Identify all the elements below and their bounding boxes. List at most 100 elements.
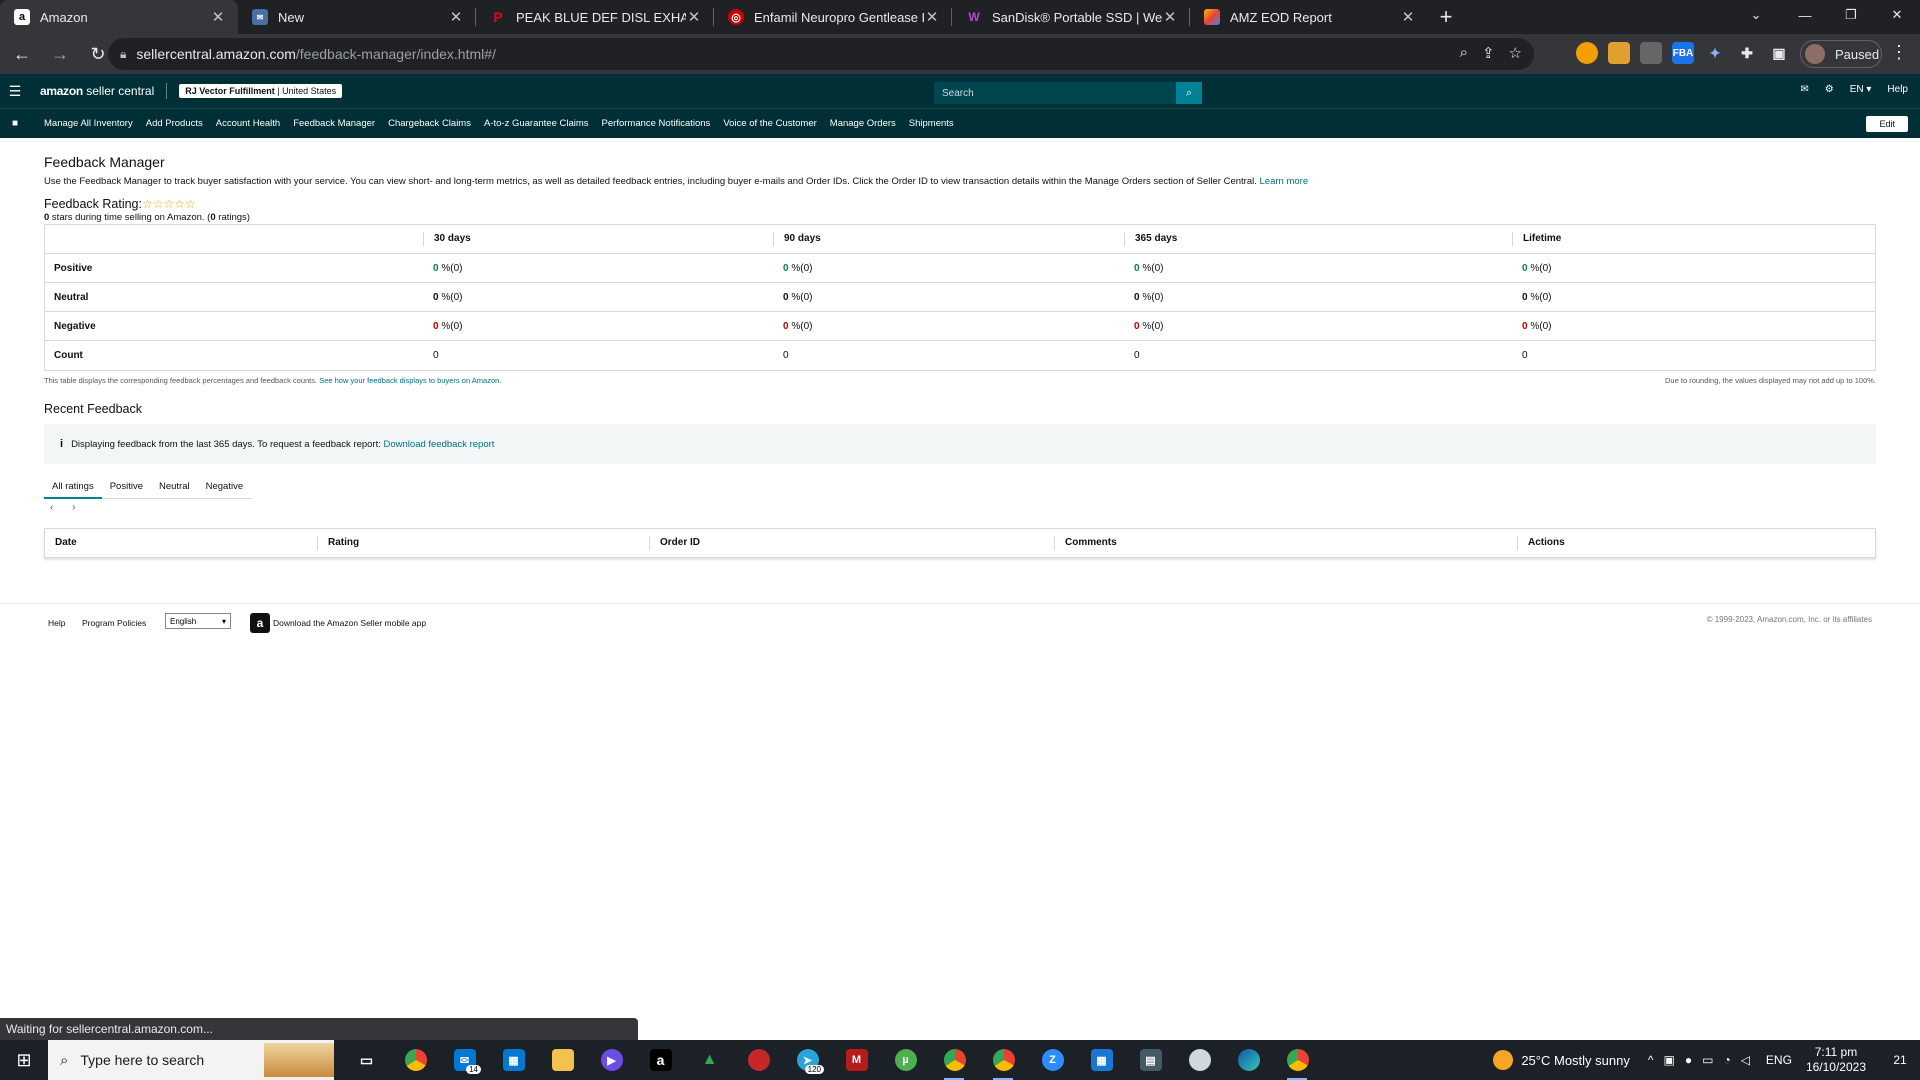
browser-menu-icon[interactable]: ⋮ — [1890, 42, 1908, 63]
wifi-icon[interactable]: ◔ — [1723, 1053, 1730, 1067]
browser-tab[interactable]: ✉ New ✕ — [238, 0, 476, 34]
learn-more-link[interactable]: Learn more — [1260, 176, 1309, 187]
zoom-app-icon[interactable]: Z — [1028, 1040, 1077, 1080]
app-icon[interactable] — [1175, 1040, 1224, 1080]
edge-icon[interactable] — [1224, 1040, 1273, 1080]
edit-nav-button[interactable]: Edit — [1866, 116, 1908, 132]
meet-icon[interactable]: ▣ — [1664, 1053, 1675, 1067]
minimize-button[interactable]: — — [1782, 0, 1828, 30]
google-drive-icon[interactable]: ▲ — [685, 1040, 734, 1080]
forward-button[interactable]: → — [44, 38, 76, 70]
pagination[interactable]: ‹ › — [50, 502, 83, 513]
weather-widget[interactable]: 25°C Mostly sunny — [1493, 1050, 1630, 1070]
task-view-icon[interactable]: ▭ — [342, 1040, 391, 1080]
tab-search-button[interactable]: ⌄ — [1736, 0, 1776, 30]
profile-button[interactable]: Paused — [1800, 40, 1882, 68]
extension-icon[interactable] — [1608, 42, 1630, 64]
gear-icon[interactable]: ⚙ — [1825, 84, 1834, 95]
close-icon[interactable]: ✕ — [210, 8, 226, 26]
search-icon[interactable]: ⌕ — [1176, 82, 1202, 104]
chevron-up-icon[interactable]: ^ — [1648, 1053, 1654, 1067]
microphone-icon[interactable]: ● — [1685, 1053, 1692, 1067]
column-header-comments[interactable]: Comments — [1054, 536, 1517, 550]
clock[interactable]: 7:11 pm 16/10/2023 — [1806, 1045, 1866, 1075]
search-input[interactable] — [934, 82, 1176, 104]
bookmark-star-icon[interactable]: ☆ — [1509, 44, 1522, 62]
close-icon[interactable]: ✕ — [1400, 8, 1416, 26]
amazon-app-icon[interactable]: a — [250, 613, 270, 633]
close-icon[interactable]: ✕ — [448, 8, 464, 26]
nav-voice-of-customer[interactable]: Voice of the Customer — [723, 118, 816, 129]
nav-account-health[interactable]: Account Health — [216, 118, 280, 129]
nav-manage-orders[interactable]: Manage Orders — [830, 118, 896, 129]
program-policies-link[interactable]: Program Policies — [82, 618, 146, 628]
media-app-icon[interactable]: ▶ — [587, 1040, 636, 1080]
extension-icon[interactable] — [1640, 42, 1662, 64]
close-icon[interactable]: ✕ — [686, 8, 702, 26]
nav-a-to-z-claims[interactable]: A-to-z Guarantee Claims — [484, 118, 589, 129]
column-header-order-id[interactable]: Order ID — [649, 536, 1054, 550]
volume-icon[interactable]: ◁ — [1741, 1053, 1750, 1067]
windows-start-icon[interactable]: ⊞ — [0, 1040, 48, 1080]
seller-central-logo[interactable]: amazon seller central — [40, 84, 154, 98]
taskbar-search[interactable]: ⌕ Type here to search — [48, 1040, 334, 1080]
nav-manage-all-inventory[interactable]: Manage All Inventory — [44, 118, 133, 129]
notification-center-icon[interactable]: 21 — [1880, 1040, 1920, 1080]
browser-tab[interactable]: a Amazon ✕ — [0, 0, 238, 34]
restore-button[interactable]: ❐ — [1828, 0, 1874, 30]
back-button[interactable]: ← — [6, 38, 38, 70]
tab-positive[interactable]: Positive — [102, 479, 151, 499]
tab-all-ratings[interactable]: All ratings — [44, 479, 102, 499]
extension-icon[interactable]: ✦ — [1704, 42, 1726, 64]
language-selector[interactable]: EN ▾ — [1850, 84, 1872, 95]
nav-performance-notifications[interactable]: Performance Notifications — [602, 118, 711, 129]
telegram-icon[interactable]: ➤ 120 — [783, 1040, 832, 1080]
store-icon[interactable]: ▦ — [489, 1040, 538, 1080]
chrome-icon[interactable] — [979, 1040, 1028, 1080]
amazon-app-icon[interactable]: a — [636, 1040, 685, 1080]
column-header-date[interactable]: Date — [45, 536, 317, 550]
browser-tab[interactable]: ◎ Enfamil Neuropro Gentlease Pov ✕ — [714, 0, 952, 34]
browser-tab[interactable]: W SanDisk® Portable SSD | Wester ✕ — [952, 0, 1190, 34]
column-header-actions[interactable]: Actions — [1517, 536, 1875, 550]
messages-icon[interactable]: ✉ — [1800, 84, 1808, 95]
browser-tab[interactable]: P PEAK BLUE DEF DISL EXHAUST F ✕ — [476, 0, 714, 34]
app-icon[interactable] — [734, 1040, 783, 1080]
new-tab-button[interactable]: + — [1428, 0, 1464, 34]
help-link[interactable]: Help — [1887, 84, 1908, 95]
hamburger-menu-icon[interactable]: ☰ — [0, 83, 30, 100]
nav-chargeback-claims[interactable]: Chargeback Claims — [388, 118, 471, 129]
calendar-icon[interactable]: ▦ — [1077, 1040, 1126, 1080]
address-bar[interactable]: 🔒︎ sellercentral.amazon.com/feedback-man… — [108, 38, 1534, 70]
nav-shipments[interactable]: Shipments — [909, 118, 954, 129]
file-explorer-icon[interactable] — [538, 1040, 587, 1080]
footer-help-link[interactable]: Help — [48, 618, 65, 628]
close-icon[interactable]: ✕ — [924, 8, 940, 26]
chrome-icon[interactable] — [1273, 1040, 1322, 1080]
input-language[interactable]: ENG — [1766, 1053, 1792, 1067]
mobile-app-link[interactable]: Download the Amazon Seller mobile app — [273, 618, 426, 628]
mail-app-icon[interactable]: ✉ 14 — [440, 1040, 489, 1080]
extension-icon[interactable]: FBA — [1672, 42, 1694, 64]
side-panel-icon[interactable]: ▣ — [1768, 42, 1790, 64]
tab-neutral[interactable]: Neutral — [151, 479, 198, 499]
chrome-icon[interactable] — [391, 1040, 440, 1080]
utorrent-icon[interactable]: µ — [881, 1040, 930, 1080]
share-icon[interactable]: ⇪ — [1482, 44, 1495, 62]
extension-icon[interactable] — [1576, 42, 1598, 64]
app-icon[interactable]: M — [832, 1040, 881, 1080]
language-select[interactable]: English ▾ — [165, 613, 231, 629]
browser-tab[interactable]: AMZ EOD Report ✕ — [1190, 0, 1428, 34]
chrome-icon[interactable] — [930, 1040, 979, 1080]
display-icon[interactable]: ▭ — [1702, 1053, 1713, 1067]
close-icon[interactable]: ✕ — [1162, 8, 1178, 26]
store-switcher[interactable]: RJ Vector Fulfillment | United States — [179, 84, 343, 98]
nav-feedback-manager[interactable]: Feedback Manager — [293, 118, 375, 129]
calculator-icon[interactable]: ▤ — [1126, 1040, 1175, 1080]
close-window-button[interactable]: ✕ — [1874, 0, 1920, 30]
feedback-display-link[interactable]: See how your feedback displays to buyers… — [319, 376, 501, 385]
zoom-icon[interactable]: ⌕ — [1460, 44, 1468, 62]
bookmark-icon[interactable]: ■ — [0, 118, 30, 129]
tab-negative[interactable]: Negative — [198, 479, 252, 499]
download-report-link[interactable]: Download feedback report — [384, 439, 495, 450]
